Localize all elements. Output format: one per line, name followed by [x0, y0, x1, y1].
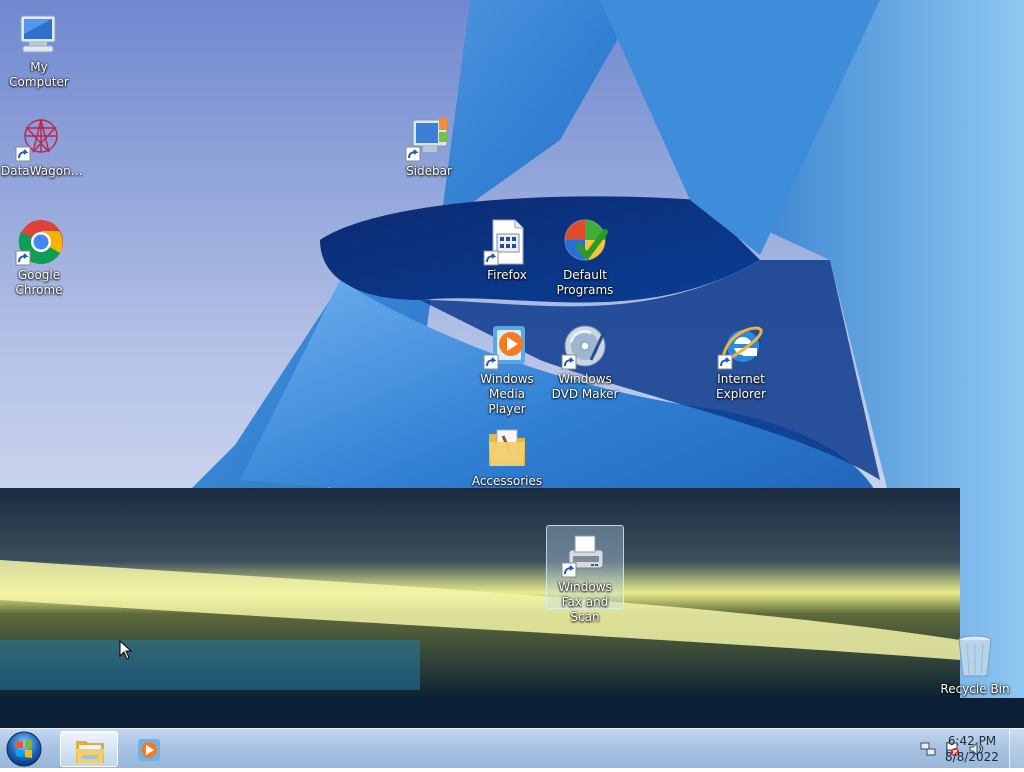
recycle-bin-icon — [951, 632, 999, 680]
clock-time: 6:42 PM — [947, 734, 997, 748]
windows-logo-icon — [6, 731, 42, 767]
desktop-icon-label: Accessories — [471, 474, 543, 488]
clock[interactable]: 6:42 PM 8/8/2022 — [942, 733, 1002, 765]
dvd-maker-icon — [561, 322, 609, 370]
shortcut-arrow-icon — [405, 146, 421, 162]
shortcut-arrow-icon — [483, 250, 499, 266]
clock-date: 8/8/2022 — [945, 750, 999, 764]
desktop[interactable]: My Computer DataWagon… Google Chrome Sid… — [0, 0, 1024, 728]
computer-icon — [15, 10, 63, 58]
start-button[interactable] — [4, 730, 44, 768]
desktop-icon-sidebar[interactable]: Sidebar — [390, 110, 468, 196]
desktop-icon-label: Windows Media Player — [480, 372, 534, 416]
shortcut-arrow-icon — [561, 354, 577, 370]
desktop-icon-label: Windows DVD Maker — [551, 372, 619, 401]
desktop-icon-accessories[interactable]: Accessories — [468, 420, 546, 506]
desktop-icon-default-programs[interactable]: Default Programs — [546, 214, 624, 300]
taskbar: 6:42 PM 8/8/2022 — [0, 728, 1024, 769]
shortcut-arrow-icon — [561, 562, 577, 578]
shortcut-arrow-icon — [15, 250, 31, 266]
desktop-icon-label: Windows Fax and Scan — [558, 580, 612, 624]
desktop-icon-windows-media-player[interactable]: Windows Media Player — [468, 318, 546, 416]
desktop-icon-my-computer[interactable]: My Computer — [0, 6, 78, 92]
desktop-icon-recycle-bin[interactable]: Recycle Bin — [936, 628, 1014, 702]
desktop-icon-label: Internet Explorer — [716, 372, 766, 401]
sidebar-icon — [405, 114, 453, 162]
chrome-icon — [15, 218, 63, 266]
shortcut-arrow-icon — [15, 146, 31, 162]
datawagon-icon — [15, 114, 63, 162]
desktop-icon-label: My Computer — [9, 60, 69, 89]
desktop-icon-windows-dvd-maker[interactable]: Windows DVD Maker — [546, 318, 624, 404]
desktop-icon-internet-explorer[interactable]: Internet Explorer — [702, 318, 780, 404]
document-icon — [483, 218, 531, 266]
folder-icon — [76, 741, 104, 763]
desktop-icon-firefox[interactable]: Firefox — [468, 214, 546, 300]
fax-scanner-icon — [561, 530, 609, 578]
desktop-icon-label: Recycle Bin — [940, 682, 1010, 696]
desktop-icon-label: DataWagon… — [1, 164, 83, 178]
show-desktop-button[interactable] — [1009, 729, 1024, 769]
desktop-icon-datawagon[interactable]: DataWagon… — [0, 110, 83, 196]
shortcut-arrow-icon — [717, 354, 733, 370]
taskbar-media-player-button[interactable] — [126, 731, 172, 767]
mouse-cursor-icon — [119, 640, 133, 660]
desktop-icon-windows-fax-and-scan[interactable]: Windows Fax and Scan — [546, 525, 624, 624]
shortcut-arrow-icon — [483, 354, 499, 370]
default-programs-icon — [561, 218, 609, 266]
internet-explorer-icon — [717, 322, 765, 370]
desktop-icon-label: Sidebar — [406, 164, 452, 178]
network-icon[interactable] — [920, 741, 936, 757]
media-player-icon — [483, 322, 531, 370]
desktop-icon-label: Firefox — [487, 268, 527, 282]
media-player-icon — [138, 739, 160, 761]
desktop-icon-google-chrome[interactable]: Google Chrome — [0, 214, 78, 300]
folder-icon — [483, 424, 531, 472]
desktop-icon-label: Google Chrome — [15, 268, 63, 297]
taskbar-explorer-button[interactable] — [60, 731, 118, 767]
desktop-icon-label: Default Programs — [556, 268, 614, 297]
